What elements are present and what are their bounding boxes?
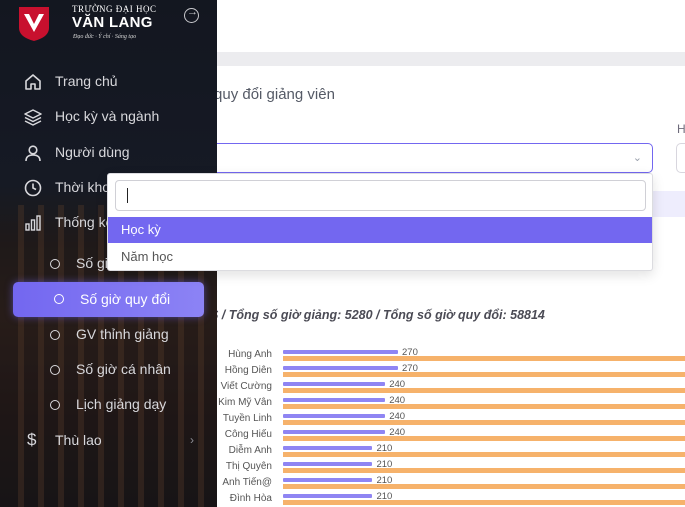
secondary-filter-select[interactable] (676, 143, 685, 173)
chart-row: Hồng Diên 270 (205, 363, 685, 379)
chevron-down-icon: ⌄ (632, 152, 642, 164)
circle-icon (54, 294, 64, 304)
chart-bar-hours[interactable] (283, 414, 386, 418)
sidebar-subitem-label: Lịch giảng dạy (76, 396, 167, 412)
dropdown-option-year[interactable]: Năm học (108, 244, 652, 270)
chart-bar-converted[interactable] (283, 356, 685, 361)
brand-name: VĂN LANG (72, 14, 153, 31)
sidebar-item-label: Người dùng (55, 144, 130, 160)
sidebar-subitem-personal-hours[interactable]: Số giờ cá nhân (0, 355, 217, 385)
chart-bar-converted[interactable] (283, 436, 685, 441)
chart-row: Thị Quyên 210 (205, 459, 685, 475)
chart-bar-hours[interactable] (283, 478, 373, 482)
layers-icon (24, 109, 42, 126)
sidebar-subitem-label: Số giờ quy đổi (80, 291, 171, 307)
chart-row: Diễm Anh 210 (205, 443, 685, 459)
period-type-select[interactable]: ⌄ (190, 143, 653, 173)
clock-icon (24, 179, 42, 197)
chart-row: Hùng Anh 270 (205, 347, 685, 363)
chart-category-label: Tuyền Linh (222, 413, 272, 424)
chart-bar-hours[interactable] (283, 350, 398, 354)
university-logo[interactable] (18, 6, 50, 42)
sidebar-subitem-label: Số giờ cá nhân (76, 361, 171, 377)
sidebar-item-label: Thù lao (55, 432, 102, 448)
chart-bar-converted[interactable] (283, 484, 685, 489)
chart-category-label: Hùng Anh (228, 349, 272, 360)
brand-line-1: TRƯỜNG ĐẠI HỌC (72, 4, 157, 14)
chart-bar-hours[interactable] (283, 398, 386, 402)
sidebar-subitem-label: GV thỉnh giảng (76, 326, 169, 342)
chart-category-label: Viết Cường (220, 381, 272, 392)
sidebar-item-label: Thống kê (55, 214, 114, 230)
chevron-right-icon: › (190, 433, 194, 447)
dropdown-option-semester[interactable]: Học kỳ (108, 217, 652, 243)
chart-bar-converted[interactable] (283, 468, 685, 473)
secondary-filter-label: H (677, 122, 685, 136)
chart-row: Viết Cường 240 (205, 379, 685, 395)
chart-row: Đình Hòa 210 (205, 491, 685, 507)
sidebar-item-semesters[interactable]: Học kỳ và ngành (0, 102, 217, 132)
circle-icon (50, 330, 60, 340)
chart-bar-hours[interactable] (283, 430, 386, 434)
chart-category-label: Công Hiếu (224, 429, 272, 440)
chart-bar-converted[interactable] (283, 500, 685, 505)
sidebar-subitem-converted-hours[interactable]: Số giờ quy đổi (13, 282, 204, 317)
circle-icon (50, 400, 60, 410)
collapse-sidebar-button[interactable]: → (184, 6, 199, 23)
chart-bar-hours[interactable] (283, 494, 373, 498)
chart-category-label: Anh Tiến@ (222, 477, 272, 488)
period-type-dropdown: Học kỳ Năm học (107, 173, 653, 271)
chart-bar-hours[interactable] (283, 462, 373, 466)
chart-bar-converted[interactable] (283, 420, 685, 425)
user-icon (25, 145, 41, 162)
chart-bar-hours[interactable] (283, 382, 386, 386)
chart-row: Kim Mỹ Vân 240 (205, 395, 685, 411)
sidebar-item-label: Học kỳ và ngành (55, 108, 160, 124)
chart-bar-hours[interactable] (283, 446, 373, 450)
chart-bar-converted[interactable] (283, 452, 685, 457)
chart-row: Công Hiếu 240 (205, 427, 685, 443)
text-cursor (127, 188, 128, 203)
sidebar-item-label: Trang chủ (55, 73, 118, 89)
chart-bar-converted[interactable] (283, 404, 685, 409)
sidebar-item-remuneration[interactable]: $ Thù lao › (0, 426, 217, 456)
chart-category-label: Kim Mỹ Vân (218, 397, 272, 408)
arrow-right-icon: → (187, 6, 198, 18)
bar-chart-icon (25, 215, 41, 231)
sidebar-subitem-visiting-lecturers[interactable]: GV thỉnh giảng (0, 320, 217, 350)
circle-icon (50, 259, 60, 269)
chart-category-label: Hồng Diên (224, 365, 272, 376)
page-title: ờ quy đổi giảng viên (200, 86, 335, 103)
chart-bar-hours[interactable] (283, 366, 398, 370)
chart-bar-converted[interactable] (283, 372, 685, 377)
chart-bar-converted[interactable] (283, 388, 685, 393)
sidebar-item-home[interactable]: Trang chủ (0, 67, 217, 97)
chart-row: Tuyền Linh 240 (205, 411, 685, 427)
chart-category-label: Diễm Anh (228, 445, 272, 456)
brand-slogan: Đạo đức · Ý chí · Sáng tạo (73, 34, 137, 40)
summary-text: S / Tổng số giờ giảng: 5280 / Tổng số gi… (210, 308, 545, 322)
circle-icon (50, 365, 60, 375)
home-icon (25, 74, 41, 90)
sidebar-item-users[interactable]: Người dùng (0, 138, 217, 168)
sidebar-subitem-teaching-calendar[interactable]: Lịch giảng dạy (0, 390, 217, 420)
hours-chart: Hùng Anh 270 Hồng Diên 270 Viết Cường 240 Kim … (205, 343, 685, 507)
dropdown-search-input[interactable] (115, 180, 646, 211)
chart-category-label: Thị Quyên (225, 461, 272, 472)
dollar-icon: $ (27, 430, 37, 449)
chart-row: Anh Tiến@ 210 (205, 475, 685, 491)
chart-category-label: Đình Hòa (229, 493, 272, 504)
